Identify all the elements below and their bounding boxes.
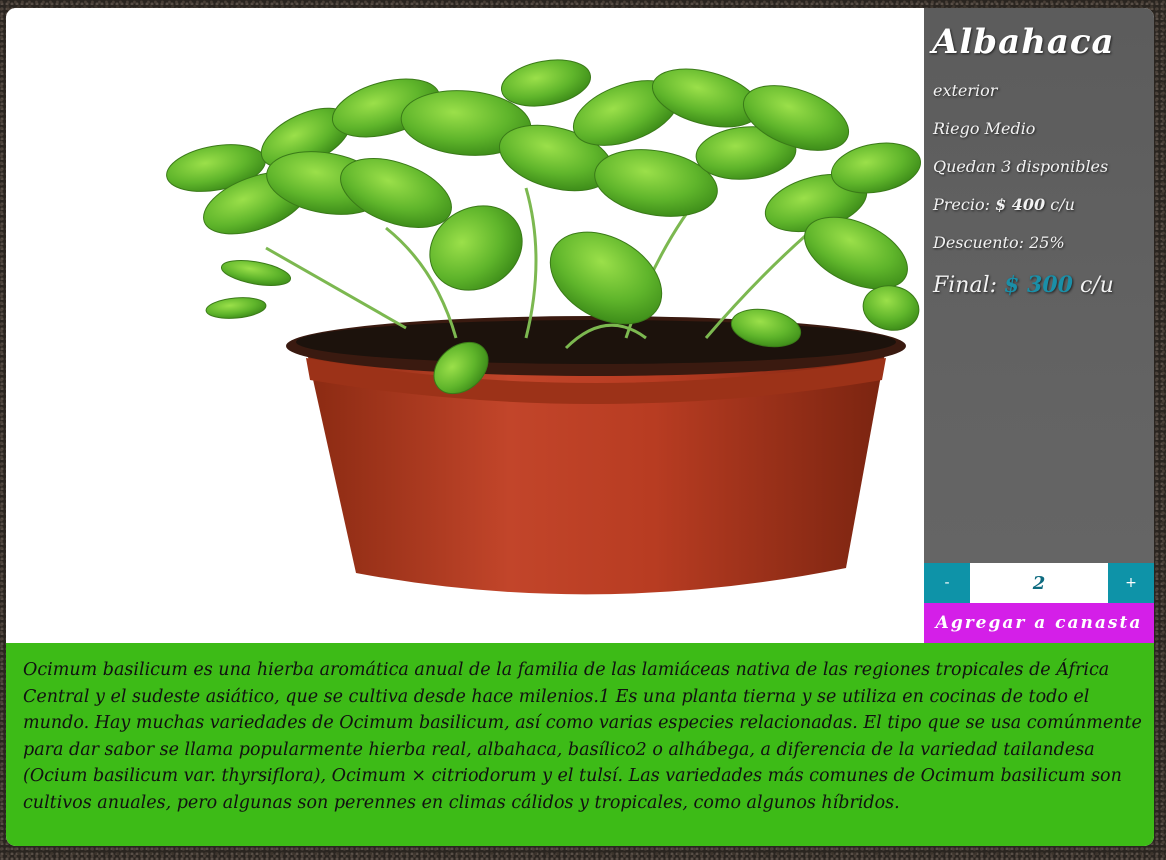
- add-to-cart-button[interactable]: Agregar a canasta: [924, 603, 1154, 643]
- description-panel: Ocimum basilicum es una hierba aromática…: [6, 643, 1154, 846]
- price-label: Precio:: [933, 195, 990, 214]
- quantity-stepper: - 2 +: [924, 563, 1154, 603]
- stock-label: Quedan 3 disponibles: [933, 157, 1109, 176]
- decrement-button[interactable]: -: [924, 563, 970, 603]
- discount-label: Descuento: 25%: [933, 233, 1065, 252]
- description-text: Ocimum basilicum es una hierba aromática…: [23, 660, 1142, 813]
- increment-button[interactable]: +: [1108, 563, 1154, 603]
- product-name: Albahaca: [932, 22, 1115, 62]
- price-value: $ 400: [995, 195, 1046, 214]
- final-price-label: Final:: [933, 273, 998, 298]
- quantity-value[interactable]: 2: [970, 563, 1108, 603]
- price-row: Precio: $ 400 c/u: [933, 186, 1154, 224]
- watering-label: Riego Medio: [933, 119, 1036, 138]
- location-label: exterior: [933, 81, 998, 100]
- product-image: [6, 8, 924, 643]
- basil-plant-illustration: [166, 59, 922, 595]
- price-unit: c/u: [1050, 195, 1075, 214]
- final-price-value: $ 300: [1004, 272, 1073, 298]
- final-price-unit: c/u: [1079, 273, 1114, 298]
- product-info-panel: Albahaca exterior Riego Medio Quedan 3 d…: [924, 8, 1154, 643]
- product-card: Albahaca exterior Riego Medio Quedan 3 d…: [6, 8, 1154, 846]
- final-price-row: Final: $ 300 c/u: [933, 266, 1154, 304]
